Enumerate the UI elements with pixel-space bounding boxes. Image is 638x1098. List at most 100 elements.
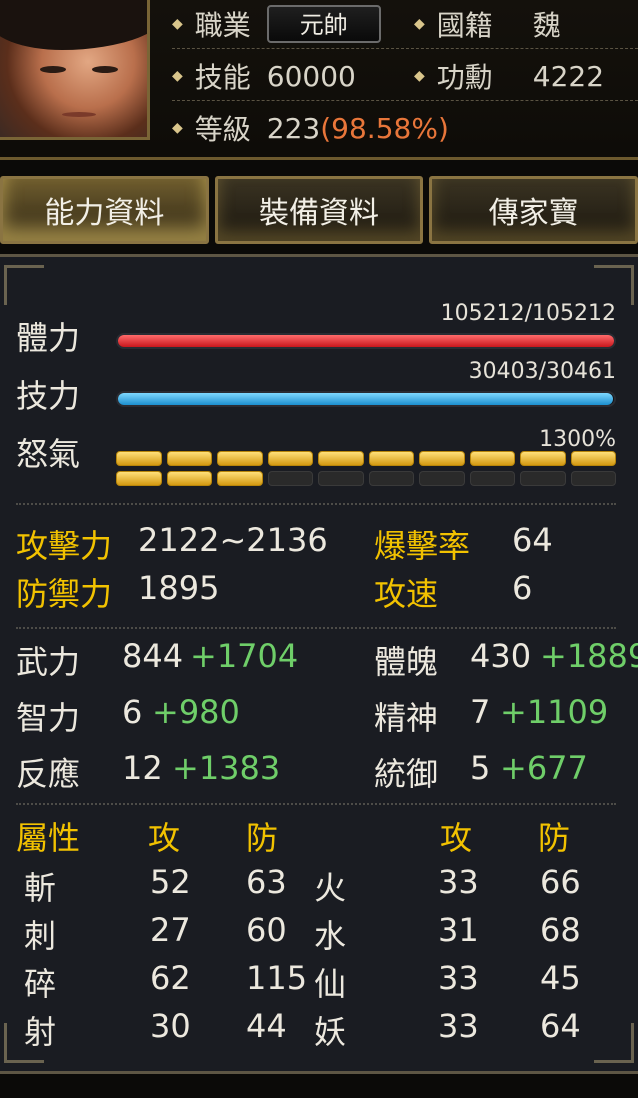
rage-segment	[419, 471, 465, 486]
hp-bar	[116, 333, 616, 349]
level-value: 223	[266, 111, 321, 145]
element-left-def: 63	[246, 863, 287, 901]
diamond-bullet-icon: ◆	[172, 16, 183, 32]
element-left-def: 115	[246, 959, 308, 997]
nation-label: 國籍	[436, 9, 493, 42]
corner-ornament	[4, 265, 44, 305]
crit-value: 64	[512, 521, 553, 559]
level-percent: (98.58%)	[320, 111, 449, 145]
element-left-atk: 62	[150, 959, 191, 997]
element-right-def: 45	[540, 959, 581, 997]
element-header-row: 屬性 攻 防 攻 防	[0, 813, 638, 859]
element-def-header: 防	[538, 819, 571, 857]
attribute-row-3: 反應 12 +1383 統御 5 +677	[0, 749, 638, 795]
element-right-atk: 33	[438, 1007, 479, 1045]
combat-row-2: 防禦力 1895 攻速 6	[0, 569, 638, 615]
mp-value: 30403/30461	[468, 359, 616, 384]
mp-bar-fill	[118, 393, 613, 405]
attr-bonus: +980	[152, 693, 240, 731]
element-left-name: 射	[24, 1013, 57, 1051]
rage-value: 1300%	[539, 427, 616, 452]
attr-base: 5	[470, 749, 491, 787]
rage-segment	[318, 451, 364, 466]
nation-row: ◆ 國籍 魏	[414, 2, 561, 46]
rage-segment	[267, 471, 313, 486]
tab-bar: 能力資料 裝備資料 傳家寶	[0, 176, 638, 246]
element-atk-header: 攻	[148, 819, 181, 857]
attr-bonus: +677	[500, 749, 588, 787]
attr-label: 武力	[16, 643, 81, 681]
element-right-atk: 31	[438, 911, 479, 949]
diamond-bullet-icon: ◆	[172, 68, 183, 84]
element-left-name: 斬	[24, 869, 57, 907]
attr-bonus: +1704	[190, 637, 299, 675]
element-row: 射 30 44 妖 33 64	[0, 1007, 638, 1053]
job-row: ◆ 職業 元帥	[172, 2, 381, 46]
attr-base: 12	[122, 749, 163, 787]
rage-segment	[570, 471, 616, 486]
portrait-hair	[0, 0, 147, 50]
attribute-row-2: 智力 6 +980 精神 7 +1109	[0, 693, 638, 739]
section-divider	[16, 627, 616, 629]
mp-bar	[116, 391, 616, 407]
rage-segment	[419, 451, 465, 466]
rage-segment	[570, 451, 616, 466]
attr-base: 430	[470, 637, 532, 675]
merit-label: 功勳	[436, 61, 493, 94]
tab-heirloom[interactable]: 傳家寶	[429, 176, 638, 244]
skill-value: 60000	[266, 59, 356, 93]
element-right-name: 仙	[314, 965, 347, 1003]
attr-bonus: +1383	[172, 749, 281, 787]
attr-bonus: +1109	[500, 693, 609, 731]
skill-label: 技能	[194, 61, 251, 94]
rage-segment	[469, 451, 515, 466]
attr-label: 反應	[16, 755, 81, 793]
rage-segment	[520, 451, 566, 466]
section-divider	[16, 503, 616, 505]
tab-ability[interactable]: 能力資料	[0, 176, 209, 244]
header-divider	[172, 48, 638, 49]
rage-segment	[368, 451, 414, 466]
portrait-eye-left	[40, 66, 66, 73]
speed-label: 攻速	[374, 575, 439, 613]
diamond-bullet-icon: ◆	[414, 16, 425, 32]
merit-value: 4222	[532, 59, 605, 93]
hp-label: 體力	[16, 319, 81, 357]
element-right-def: 66	[540, 863, 581, 901]
rage-segment	[368, 471, 414, 486]
element-right-name: 水	[314, 917, 347, 955]
element-left-def: 44	[246, 1007, 287, 1045]
rage-segment	[166, 471, 212, 486]
hp-bar-fill	[118, 335, 614, 347]
element-left-atk: 30	[150, 1007, 191, 1045]
header-divider	[172, 100, 638, 101]
tab-equipment[interactable]: 裝備資料	[214, 176, 424, 244]
element-left-name: 刺	[24, 917, 57, 955]
attr-base: 7	[470, 693, 491, 731]
element-atk-header: 攻	[440, 819, 473, 857]
element-right-name: 火	[314, 869, 347, 907]
skill-row: ◆ 技能 60000	[172, 54, 356, 98]
character-portrait	[0, 0, 150, 140]
element-row: 刺 27 60 水 31 68	[0, 911, 638, 957]
diamond-bullet-icon: ◆	[172, 120, 183, 136]
nation-value: 魏	[532, 9, 561, 42]
defense-value: 1895	[138, 569, 220, 607]
portrait-mouth	[62, 112, 96, 117]
rage-segment	[116, 471, 162, 486]
rage-segment	[217, 451, 263, 466]
rage-segment	[469, 471, 515, 486]
rage-segment	[267, 451, 313, 466]
element-right-atk: 33	[438, 863, 479, 901]
corner-ornament	[594, 265, 634, 305]
crit-label: 爆擊率	[374, 527, 471, 565]
level-label: 等級	[194, 113, 251, 146]
attr-label: 統御	[374, 755, 439, 793]
ability-panel: 體力 105212/105212 技力 30403/30461 怒氣 1300%…	[0, 254, 638, 1074]
element-left-atk: 52	[150, 863, 191, 901]
attr-label: 精神	[374, 699, 439, 737]
rage-meter	[116, 451, 616, 486]
element-left-def: 60	[246, 911, 287, 949]
element-right-atk: 33	[438, 959, 479, 997]
element-left-atk: 27	[150, 911, 191, 949]
